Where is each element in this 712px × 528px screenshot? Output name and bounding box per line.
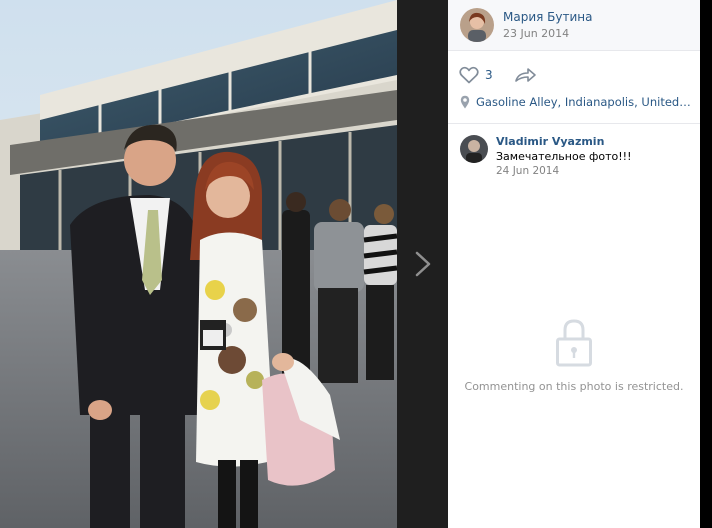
photo[interactable] xyxy=(0,0,397,528)
like-count: 3 xyxy=(485,68,493,82)
heart-icon xyxy=(459,66,479,84)
comment-date: 24 Jun 2014 xyxy=(496,165,560,177)
author-avatar[interactable] xyxy=(460,8,494,42)
photo-image xyxy=(0,0,397,528)
comment-item: Vladimir Vyazmin Замечательное фото!!! 2… xyxy=(448,130,700,185)
divider xyxy=(448,123,700,124)
commenter-avatar[interactable] xyxy=(460,135,488,163)
photo-viewer: Мария Бутина 23 Jun 2014 3 Gasoline Alle xyxy=(0,0,712,528)
share-arrow-icon xyxy=(515,68,536,82)
post-actions: 3 xyxy=(448,60,700,90)
lock-icon xyxy=(556,319,592,367)
post-date: 23 Jun 2014 xyxy=(503,27,570,40)
photo-info-panel: Мария Бутина 23 Jun 2014 3 Gasoline Alle xyxy=(448,0,700,528)
location-row: Gasoline Alley, Indianapolis, United Sta… xyxy=(460,95,696,109)
chevron-right-icon xyxy=(415,251,430,277)
post-header: Мария Бутина 23 Jun 2014 xyxy=(448,0,700,51)
like-button[interactable]: 3 xyxy=(459,66,493,84)
restricted-message: Commenting on this photo is restricted. xyxy=(464,380,684,393)
comments-restricted: Commenting on this photo is restricted. xyxy=(448,318,700,393)
avatar-image xyxy=(460,135,488,163)
location-pin-icon xyxy=(460,95,470,109)
post-author-link[interactable]: Мария Бутина xyxy=(503,10,592,24)
next-photo-button[interactable] xyxy=(397,0,448,528)
avatar-image xyxy=(460,8,494,42)
share-button[interactable] xyxy=(515,67,537,87)
location-link[interactable]: Gasoline Alley, Indianapolis, United Sta… xyxy=(476,95,694,109)
comment-author-link[interactable]: Vladimir Vyazmin xyxy=(496,135,604,148)
comment-text: Замечательное фото!!! xyxy=(496,150,632,163)
viewer-edge xyxy=(700,0,712,528)
